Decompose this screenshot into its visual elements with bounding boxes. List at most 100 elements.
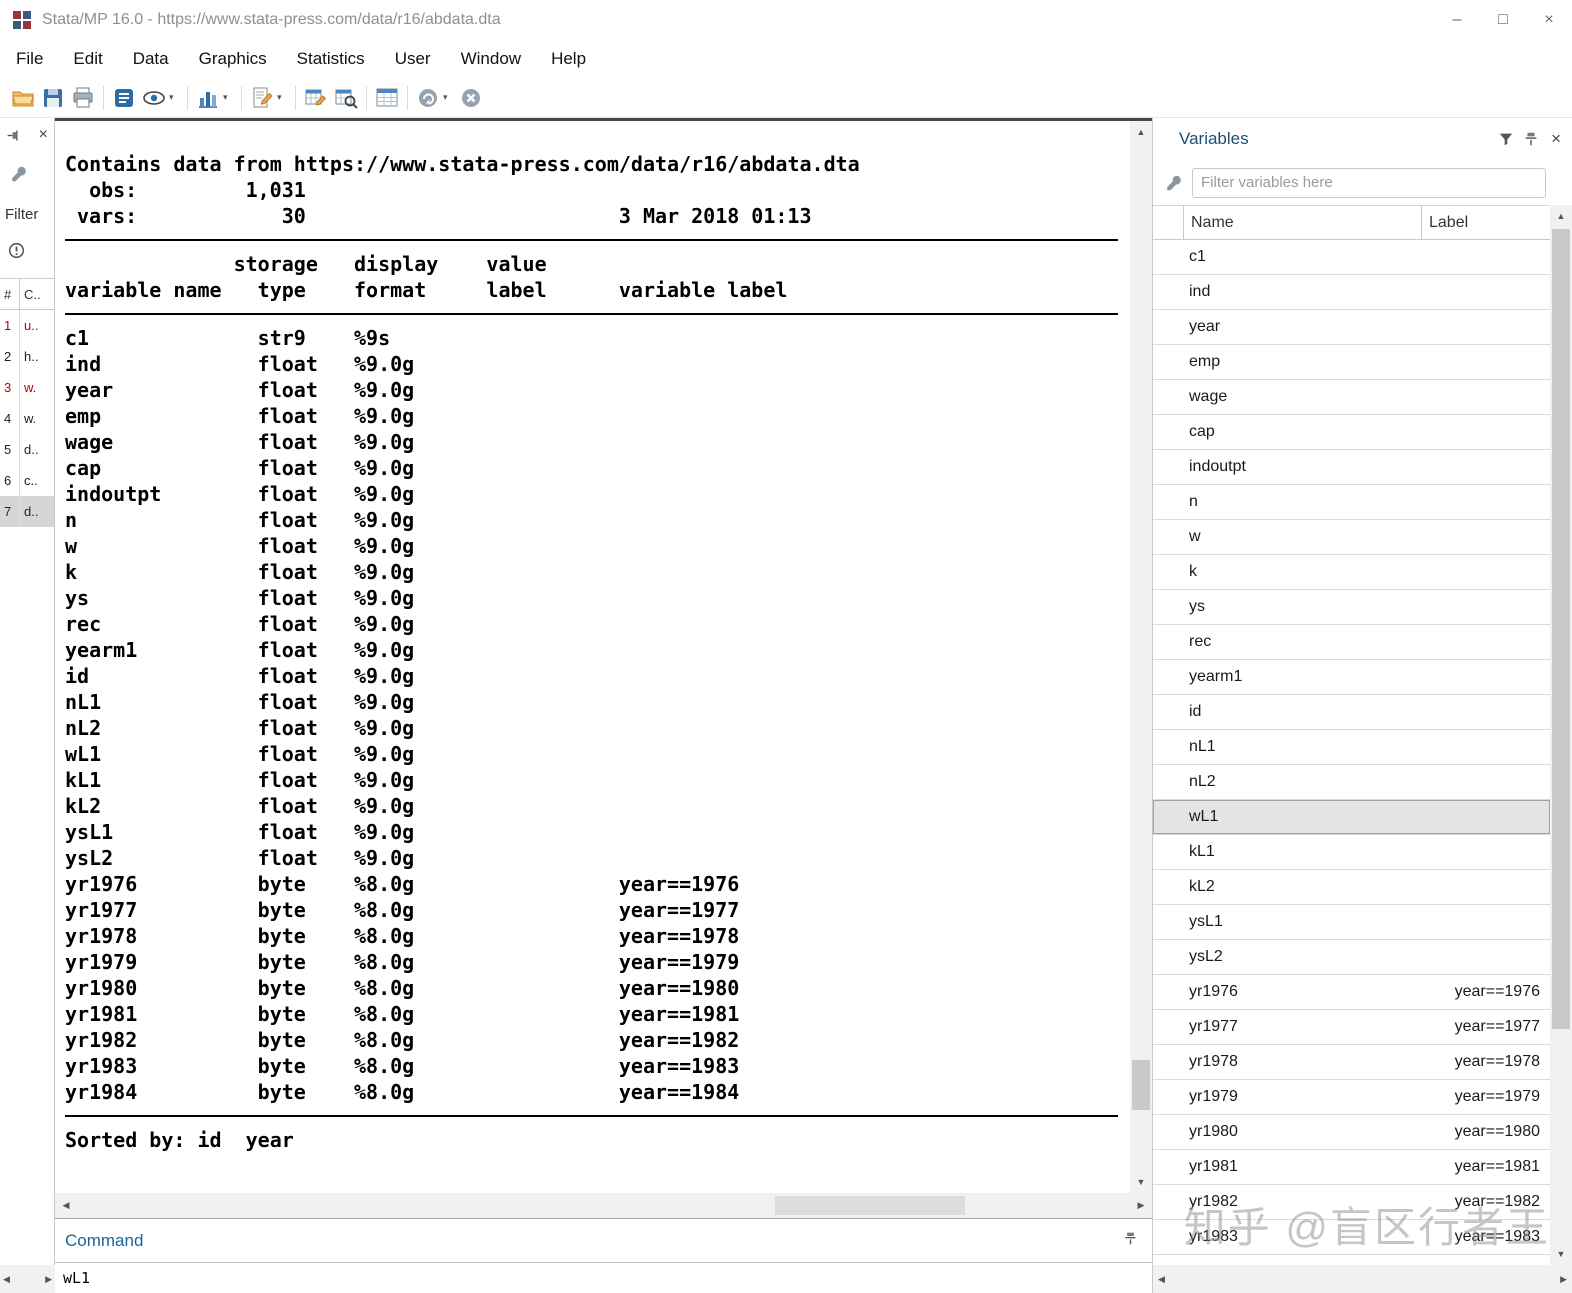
variable-row[interactable]: wL1 — [1153, 800, 1550, 835]
scroll-left-icon[interactable]: ◀ — [55, 1193, 77, 1218]
history-row[interactable]: 7 d.. — [0, 496, 54, 527]
scroll-down-icon[interactable]: ▼ — [1550, 1243, 1572, 1265]
variable-row[interactable]: ind — [1153, 275, 1550, 310]
variable-row[interactable]: yr1978 year==1978 — [1153, 1045, 1550, 1080]
menu-user[interactable]: User — [395, 49, 431, 69]
variable-row[interactable]: yr1976 year==1976 — [1153, 975, 1550, 1010]
variable-row[interactable]: yr1982 year==1982 — [1153, 1185, 1550, 1220]
pin-icon[interactable] — [6, 128, 21, 143]
graph-dropdown-caret[interactable]: ▾ — [223, 92, 236, 103]
variables-vscrollbar[interactable]: ▲ ▼ — [1550, 205, 1572, 1265]
menu-edit[interactable]: Edit — [73, 49, 102, 69]
menu-file[interactable]: File — [16, 49, 43, 69]
menu-graphics[interactable]: Graphics — [199, 49, 267, 69]
variable-row[interactable]: n — [1153, 485, 1550, 520]
variable-row[interactable]: rec — [1153, 625, 1550, 660]
variable-row[interactable]: nL2 — [1153, 765, 1550, 800]
variables-vscroll-thumb[interactable] — [1552, 229, 1570, 1029]
variables-hscrollbar[interactable]: ◀ ▶ — [1153, 1265, 1572, 1293]
variables-col-name[interactable]: Name — [1183, 206, 1421, 239]
more-button[interactable] — [413, 83, 443, 113]
viewer-button[interactable] — [139, 83, 169, 113]
print-button[interactable] — [68, 83, 98, 113]
results-hscroll-thumb[interactable] — [775, 1196, 965, 1215]
variable-row[interactable]: nL1 — [1153, 730, 1550, 765]
menu-statistics[interactable]: Statistics — [297, 49, 365, 69]
variables-manager-button[interactable] — [372, 83, 402, 113]
log-button[interactable] — [109, 83, 139, 113]
variables-col-label[interactable]: Label — [1421, 206, 1550, 239]
history-row[interactable]: 1 u.. — [0, 310, 54, 341]
break-button[interactable] — [456, 83, 486, 113]
history-row[interactable]: 3 w. — [0, 372, 54, 403]
history-row[interactable]: 2 h.. — [0, 341, 54, 372]
viewer-dropdown-caret[interactable]: ▾ — [169, 92, 182, 103]
variable-row[interactable]: yr1981 year==1981 — [1153, 1150, 1550, 1185]
pin-icon[interactable] — [1523, 131, 1539, 147]
variable-row[interactable]: wage — [1153, 380, 1550, 415]
menu-data[interactable]: Data — [133, 49, 169, 69]
minimize-button[interactable]: – — [1434, 0, 1480, 40]
maximize-button[interactable]: □ — [1480, 0, 1526, 40]
results-vscroll-thumb[interactable] — [1132, 1060, 1150, 1110]
data-editor-button[interactable] — [301, 83, 331, 113]
close-button[interactable]: × — [1526, 0, 1572, 40]
variable-row[interactable]: indoutpt — [1153, 450, 1550, 485]
variable-row[interactable]: emp — [1153, 345, 1550, 380]
open-button[interactable] — [8, 83, 38, 113]
variable-row[interactable]: ysL1 — [1153, 905, 1550, 940]
variable-row[interactable]: yearm1 — [1153, 660, 1550, 695]
history-row[interactable]: 5 d.. — [0, 434, 54, 465]
results-hscrollbar[interactable]: ◀ ▶ — [55, 1193, 1152, 1218]
history-close-icon[interactable]: × — [39, 126, 48, 144]
history-filter-label[interactable]: Filter — [0, 196, 54, 232]
display-format: %9.0g — [353, 534, 415, 558]
scroll-down-icon[interactable]: ▼ — [1130, 1171, 1152, 1193]
scroll-left-icon[interactable]: ◀ — [3, 1274, 10, 1285]
scroll-up-icon[interactable]: ▲ — [1550, 205, 1572, 227]
variable-row[interactable]: kL1 — [1153, 835, 1550, 870]
history-row[interactable]: 6 c.. — [0, 465, 54, 496]
scroll-right-icon[interactable]: ▶ — [1560, 1274, 1567, 1285]
results-vscrollbar[interactable]: ▲ ▼ — [1130, 121, 1152, 1193]
data-browser-button[interactable] — [331, 83, 361, 113]
scroll-right-icon[interactable]: ▶ — [1130, 1193, 1152, 1218]
wrench-icon[interactable] — [10, 165, 28, 183]
menu-window[interactable]: Window — [461, 49, 521, 69]
more-dropdown-caret[interactable]: ▾ — [443, 92, 456, 103]
variable-row[interactable]: cap — [1153, 415, 1550, 450]
variable-row[interactable]: id — [1153, 695, 1550, 730]
variable-row[interactable]: w — [1153, 520, 1550, 555]
save-button[interactable] — [38, 83, 68, 113]
filter-funnel-icon[interactable] — [1498, 131, 1514, 147]
scroll-left-icon[interactable]: ◀ — [1158, 1274, 1165, 1285]
variable-row-label: year==1979 — [1454, 1088, 1540, 1105]
history-hscrollbar[interactable]: ◀ ▶ — [0, 1265, 55, 1293]
wrench-icon[interactable] — [1165, 174, 1183, 192]
variable-row[interactable]: ys — [1153, 590, 1550, 625]
variable-row[interactable]: yr1977 year==1977 — [1153, 1010, 1550, 1045]
value-label — [486, 637, 618, 663]
variables-filter-input[interactable] — [1192, 167, 1546, 198]
variables-close-icon[interactable]: × — [1548, 129, 1564, 149]
variable-row-name: yr1981 — [1189, 1158, 1238, 1175]
variable-row[interactable]: yr1980 year==1980 — [1153, 1115, 1550, 1150]
variable-row[interactable]: k — [1153, 555, 1550, 590]
command-input[interactable] — [55, 1263, 1152, 1293]
variable-row[interactable]: yr1979 year==1979 — [1153, 1080, 1550, 1115]
variable-label: year==1979 — [618, 950, 740, 974]
variable-row[interactable]: c1 — [1153, 240, 1550, 275]
scroll-right-icon[interactable]: ▶ — [45, 1274, 52, 1285]
variable-row[interactable]: ysL2 — [1153, 940, 1550, 975]
history-row[interactable]: 4 w. — [0, 403, 54, 434]
menu-help[interactable]: Help — [551, 49, 586, 69]
scroll-up-icon[interactable]: ▲ — [1130, 121, 1152, 143]
pin-icon[interactable] — [1123, 1231, 1138, 1246]
variable-row[interactable]: year — [1153, 310, 1550, 345]
exclamation-icon[interactable] — [8, 242, 25, 259]
graph-button[interactable] — [193, 83, 223, 113]
variable-row[interactable]: yr1983 year==1983 — [1153, 1220, 1550, 1255]
do-file-editor-button[interactable] — [247, 83, 277, 113]
do-file-editor-dropdown-caret[interactable]: ▾ — [277, 92, 290, 103]
variable-row[interactable]: kL2 — [1153, 870, 1550, 905]
